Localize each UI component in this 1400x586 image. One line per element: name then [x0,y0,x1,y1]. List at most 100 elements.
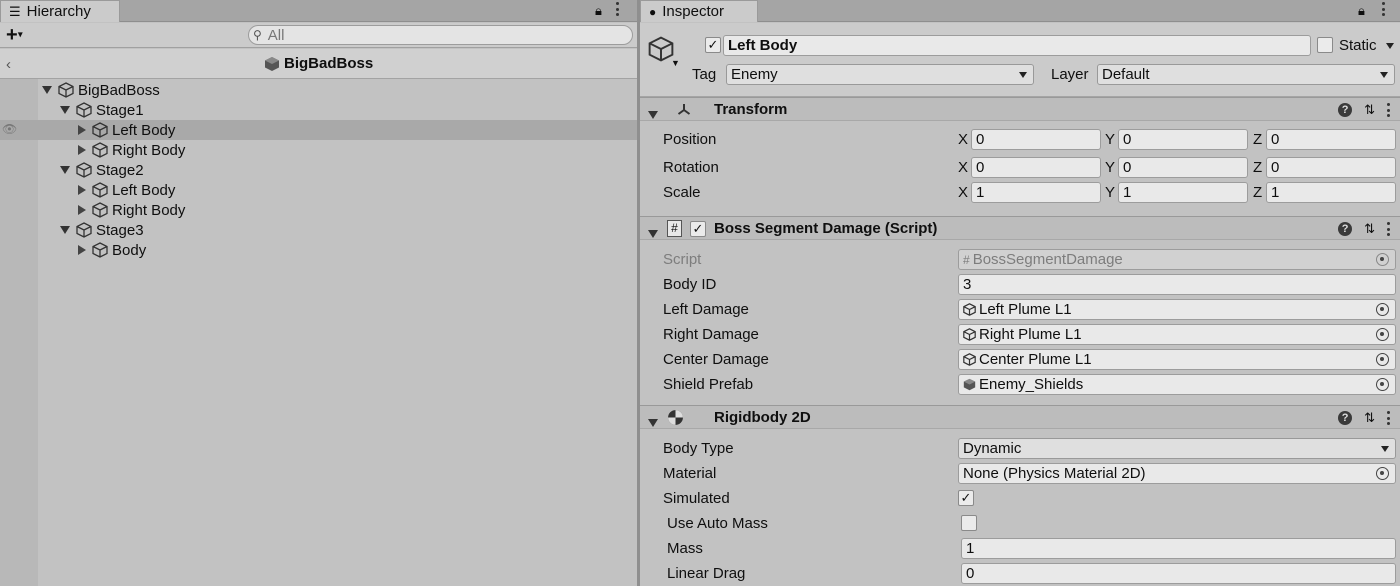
icon-dropdown-arrow-icon[interactable]: ▼ [671,58,680,68]
shield-prefab-value: Enemy_Shields [979,376,1084,393]
transform-x-field[interactable]: 1 [971,182,1101,203]
axis-label-z[interactable]: Z [1253,159,1262,176]
preset-sliders-icon[interactable]: ⇅ [1364,410,1375,426]
rigidbody-header[interactable]: Rigidbody 2D ? ⇅ [640,405,1400,429]
expand-arrow-right-icon[interactable] [78,205,86,215]
body-id-field[interactable]: 3 [958,274,1396,295]
axis-label-x[interactable]: X [958,159,968,176]
lock-icon[interactable]: 🔒︎ [595,3,602,19]
script-component-header[interactable]: # ✓ Boss Segment Damage (Script) ? ⇅ [640,216,1400,240]
visibility-eye-icon[interactable]: 👁︎ [2,122,17,136]
object-picker-icon[interactable] [1376,378,1389,391]
axis-label-x[interactable]: X [958,131,968,148]
gameobject-cube-icon [58,82,74,98]
body-id-value: 3 [963,276,972,293]
tree-item[interactable]: Stage2 [60,160,144,180]
preset-sliders-icon[interactable]: ⇅ [1364,102,1375,118]
tree-item[interactable]: Right Body [78,200,185,220]
expand-arrow-down-icon[interactable] [60,226,70,234]
tree-item-label: Left Body [112,121,176,139]
material-field[interactable]: None (Physics Material 2D) [958,463,1396,484]
center-damage-field[interactable]: Center Plume L1 [958,349,1396,370]
material-value: None (Physics Material 2D) [963,465,1146,482]
axis-label-z[interactable]: Z [1253,131,1262,148]
tree-item[interactable]: Body [78,240,146,260]
object-picker-icon[interactable] [1376,328,1389,341]
gameobject-cube-icon [92,242,108,258]
tag-label: Tag [692,66,717,83]
static-dropdown-arrow-icon[interactable] [1386,43,1394,49]
axis-label-y[interactable]: Y [1105,159,1115,176]
layer-dropdown[interactable]: Default [1097,64,1395,85]
body-type-dropdown[interactable]: Dynamic [958,438,1396,459]
tree-item[interactable]: Right Body [78,140,185,160]
tree-item[interactable]: Left Body [78,120,175,140]
axis-label-z[interactable]: Z [1253,184,1262,201]
tree-item[interactable]: BigBadBoss [42,80,160,100]
axis-label-y[interactable]: Y [1105,131,1115,148]
panel-divider[interactable] [637,0,640,586]
axis-label-x[interactable]: X [958,184,968,201]
expand-arrow-right-icon[interactable] [78,185,86,195]
linear-drag-field[interactable]: 0 [961,563,1396,584]
script-enabled-checkbox[interactable]: ✓ [690,221,706,237]
expand-arrow-down-icon[interactable] [42,86,52,94]
left-damage-field[interactable]: Left Plume L1 [958,299,1396,320]
use-auto-mass-checkbox[interactable] [961,515,977,531]
hierarchy-tab[interactable]: ☰ Hierarchy [0,0,120,22]
transform-header[interactable]: Transform ? ⇅ [640,97,1400,121]
shield-prefab-label: Shield Prefab [663,376,754,393]
transform-y-field[interactable]: 0 [1118,157,1248,178]
collapse-arrow-icon[interactable] [648,419,658,427]
transform-y-field[interactable]: 1 [1118,182,1248,203]
object-name-field[interactable]: Left Body [723,35,1311,56]
tree-item[interactable]: Stage3 [60,220,144,240]
transform-z-field[interactable]: 0 [1266,129,1396,150]
expand-arrow-right-icon[interactable] [78,125,86,135]
transform-x-field[interactable]: 0 [971,157,1101,178]
transform-z-field[interactable]: 0 [1266,157,1396,178]
transform-x-field[interactable]: 0 [971,129,1101,150]
inspector-tab[interactable]: ● Inspector [640,0,758,22]
component-menu-kebab-icon[interactable] [1387,222,1390,236]
component-menu-kebab-icon[interactable] [1387,103,1390,117]
object-picker-icon[interactable] [1376,353,1389,366]
tree-item-label: Body [112,241,147,259]
back-arrow-icon[interactable]: ‹ [6,56,11,73]
shield-prefab-field[interactable]: Enemy_Shields [958,374,1396,395]
tree-item[interactable]: Left Body [78,180,175,200]
help-icon[interactable]: ? [1338,411,1353,425]
hierarchy-search-input[interactable]: ⚲ All [248,25,633,45]
preset-sliders-icon[interactable]: ⇅ [1364,221,1375,237]
expand-arrow-down-icon[interactable] [60,166,70,174]
expand-arrow-right-icon[interactable] [78,245,86,255]
simulated-checkbox[interactable]: ✓ [958,490,974,506]
mass-field[interactable]: 1 [961,538,1396,559]
tag-dropdown[interactable]: Enemy [726,64,1034,85]
help-icon[interactable]: ? [1338,222,1353,236]
transform-y-field[interactable]: 0 [1118,129,1248,150]
static-checkbox[interactable] [1317,37,1333,53]
help-icon[interactable]: ? [1338,103,1353,117]
component-menu-kebab-icon[interactable] [1387,411,1390,425]
active-checkbox[interactable]: ✓ [705,37,721,53]
collapse-arrow-icon[interactable] [648,111,658,119]
hierarchy-menu-kebab-icon[interactable] [616,2,619,16]
expand-arrow-down-icon[interactable] [60,106,70,114]
collapse-arrow-icon[interactable] [648,230,658,238]
right-damage-field[interactable]: Right Plume L1 [958,324,1396,345]
transform-y-value: 0 [1123,159,1132,176]
script-label: Script [663,251,702,268]
inspector-lock-icon[interactable]: 🔒︎ [1358,3,1365,19]
expand-arrow-right-icon[interactable] [78,145,86,155]
object-picker-icon[interactable] [1376,303,1389,316]
use-auto-mass-label: Use Auto Mass [667,515,768,532]
object-picker-icon[interactable] [1376,467,1389,480]
transform-z-field[interactable]: 1 [1266,182,1396,203]
axis-label-y[interactable]: Y [1105,184,1115,201]
gameobject-cube-icon [92,202,108,218]
inspector-menu-kebab-icon[interactable] [1382,2,1385,16]
scene-title-label: BigBadBoss [284,55,374,72]
tree-item[interactable]: Stage1 [60,100,144,120]
add-object-button[interactable]: +▾ [6,24,23,47]
